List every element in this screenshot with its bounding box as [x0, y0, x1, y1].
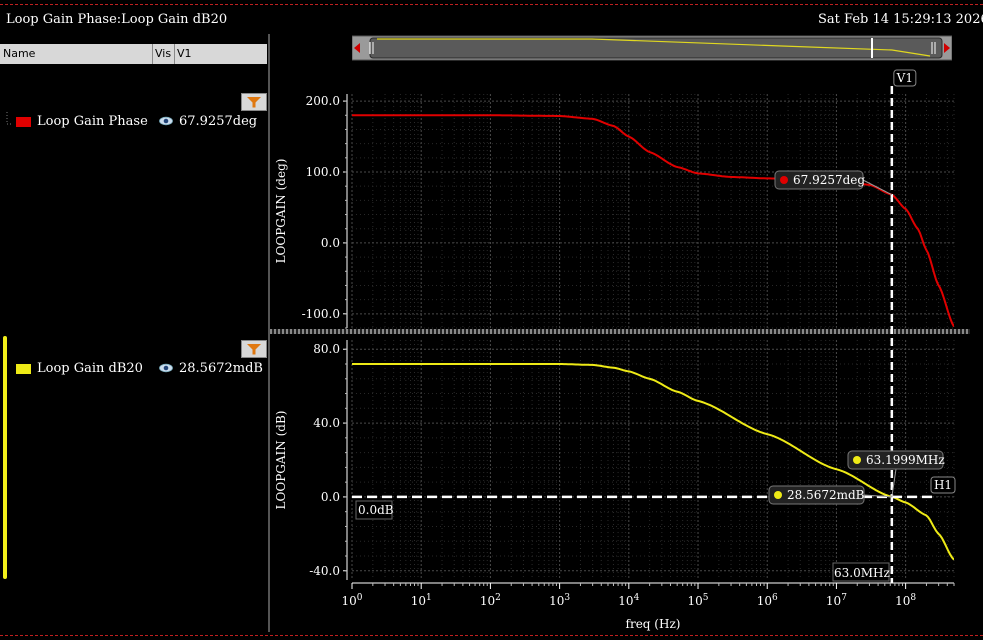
phase-readout-text: 67.9257deg — [793, 173, 865, 187]
x-tick-label: 105 — [688, 593, 709, 608]
gain-readout-text: 28.5672mdB — [787, 488, 865, 502]
y-tick-label: 40.0 — [313, 416, 340, 430]
y-tick-label: 200.0 — [306, 94, 340, 108]
h1-marker-label[interactable]: H1 — [930, 476, 956, 494]
x-tick-label: 102 — [480, 593, 501, 608]
h1-value-text: 0.0dB — [358, 503, 394, 517]
h1-marker-label-text: H1 — [934, 478, 952, 492]
plot-area[interactable]: -100.0 0.0 100.0 200.0 LOOPGAIN (deg) -40.0 0.… — [0, 0, 983, 640]
v1-freq-text: 63.0MHz — [834, 566, 890, 580]
y-tick-label: -40.0 — [309, 564, 340, 578]
y-tick-label: -100.0 — [302, 307, 340, 321]
v1-marker-label-text: V1 — [896, 71, 913, 85]
x-tick-label: 104 — [618, 593, 639, 608]
y-tick-label: 0.0 — [321, 490, 340, 504]
v1-marker-label[interactable]: V1 — [893, 69, 917, 87]
plot-grid — [351, 94, 955, 580]
x-axis-label: freq (Hz) — [626, 617, 681, 631]
phase-y-axis-label: LOOPGAIN (deg) — [274, 159, 288, 264]
gain-y-axis-label: LOOPGAIN (dB) — [274, 411, 288, 510]
x-tick-label: 107 — [826, 593, 847, 608]
x-tick-label: 100 — [341, 593, 362, 608]
phase-readout[interactable]: 67.9257deg — [774, 170, 893, 196]
y-tick-label: 80.0 — [313, 342, 340, 356]
freq-readout-text: 63.1999MHz — [866, 453, 945, 467]
plot-axes — [343, 94, 955, 589]
h1-value-label: 0.0dB — [355, 500, 394, 520]
x-tick-label: 103 — [549, 593, 570, 608]
x-tick-label: 106 — [757, 593, 778, 608]
x-tick-label: 108 — [895, 593, 916, 608]
y-tick-label: 100.0 — [306, 165, 340, 179]
x-tick-label: 101 — [411, 593, 432, 608]
v1-freq-label: 63.0MHz — [832, 562, 890, 582]
y-tick-label: 0.0 — [321, 236, 340, 250]
